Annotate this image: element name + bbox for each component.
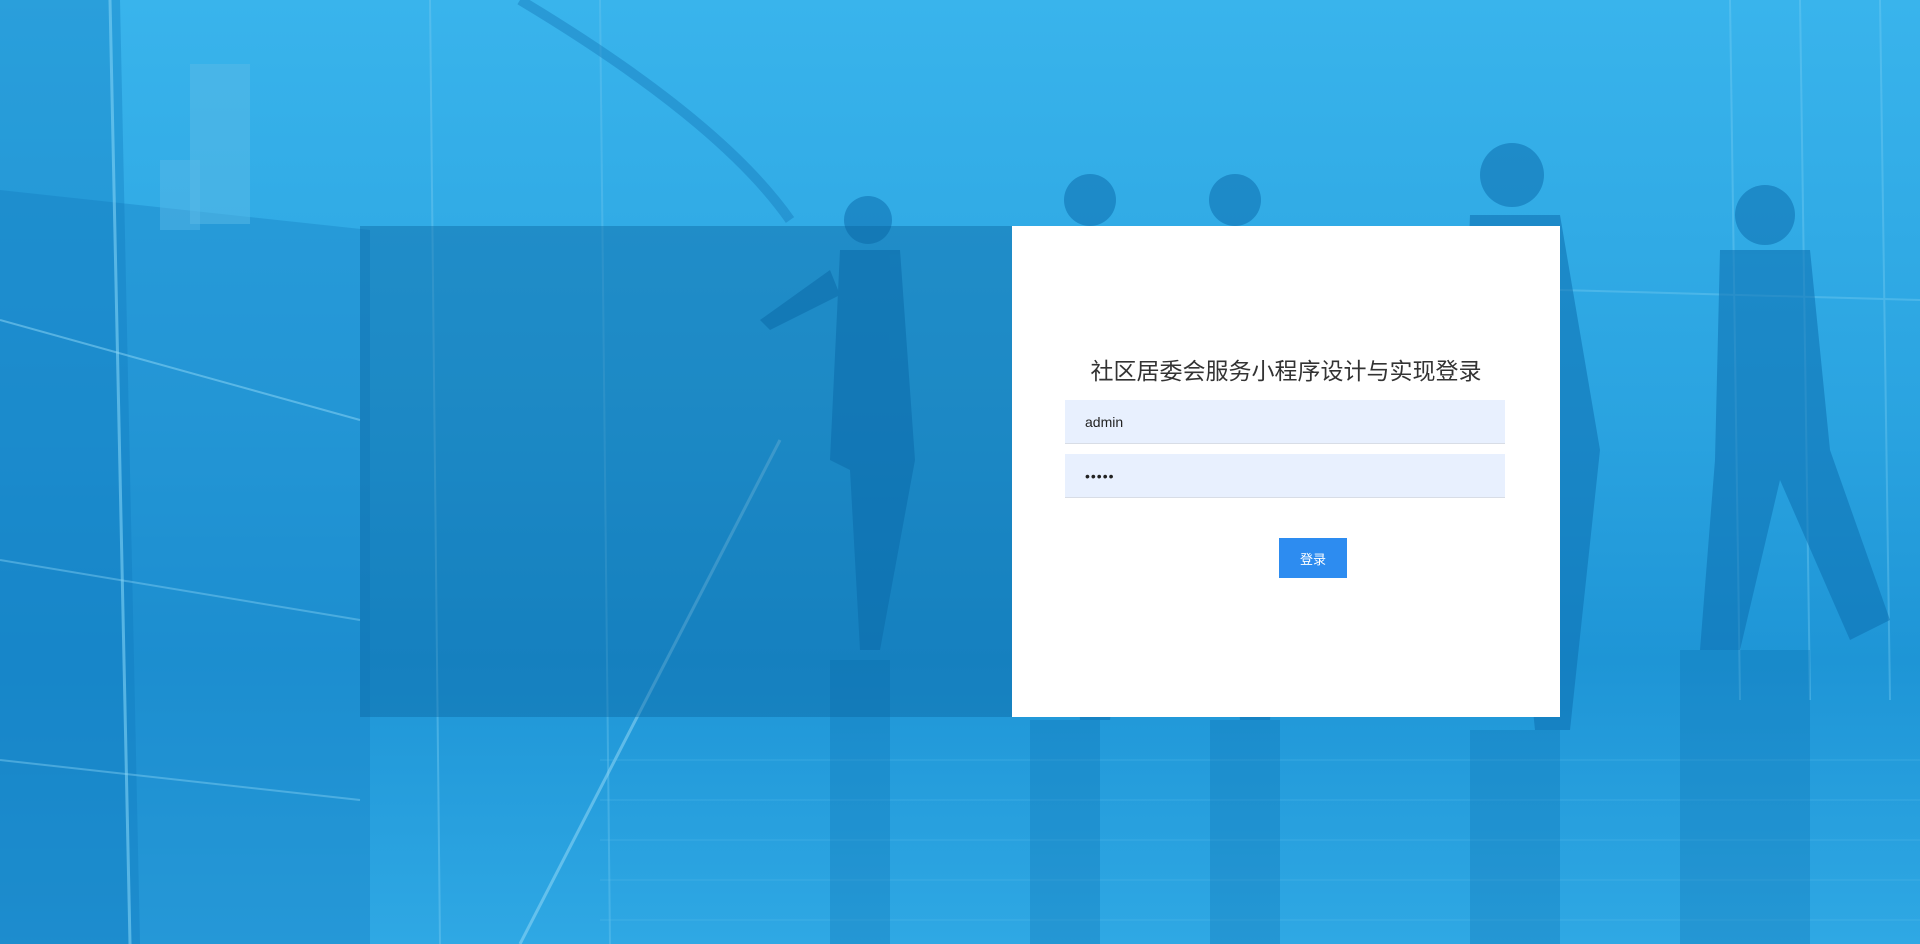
- password-input[interactable]: [1065, 454, 1505, 498]
- login-page: 社区居委会服务小程序设计与实现登录 登录: [0, 0, 1920, 944]
- username-input[interactable]: [1065, 400, 1505, 444]
- login-button[interactable]: 登录: [1279, 538, 1347, 578]
- login-title: 社区居委会服务小程序设计与实现登录: [1090, 359, 1482, 385]
- left-overlay-panel: [360, 226, 1012, 717]
- login-card: 社区居委会服务小程序设计与实现登录 登录: [1012, 226, 1560, 717]
